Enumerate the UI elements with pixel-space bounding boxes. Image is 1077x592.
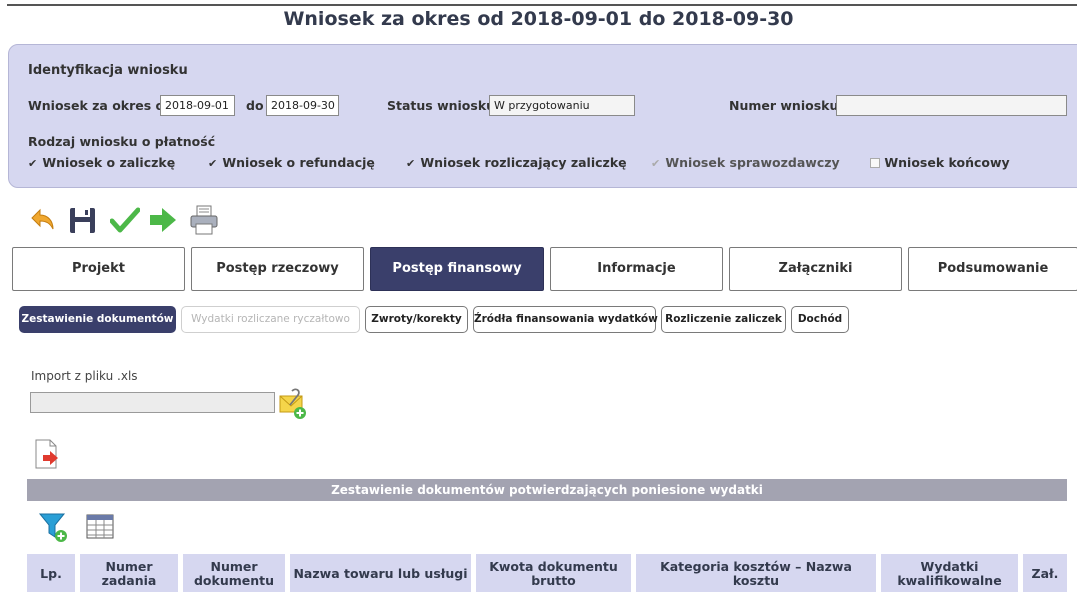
- number-field[interactable]: [836, 95, 1067, 116]
- tab-projekt[interactable]: Projekt: [12, 247, 185, 291]
- import-file-input[interactable]: [30, 392, 275, 413]
- forward-arrow-icon[interactable]: [148, 204, 178, 236]
- import-label: Import z pliku .xls: [31, 369, 138, 383]
- checkbox-report: ✔ Wniosek sprawozdawczy: [651, 155, 840, 170]
- column-header-goods-name[interactable]: Nazwa towaru lub usługi: [290, 554, 471, 592]
- number-label: Numer wniosku: [729, 98, 839, 113]
- export-document-icon[interactable]: [33, 438, 63, 470]
- attach-file-icon[interactable]: [279, 388, 309, 420]
- tab-postep-finansowy[interactable]: Postęp finansowy: [370, 247, 544, 291]
- checkbox-final[interactable]: Wniosek końcowy: [870, 155, 1010, 170]
- subtab-wydatki-ryczaltowo: Wydatki rozliczane ryczałtowo: [181, 306, 360, 333]
- column-header-document-number[interactable]: Numer dokumentu: [183, 554, 285, 592]
- page-title: Wniosek za okres od 2018-09-01 do 2018-0…: [283, 8, 794, 30]
- column-header-cost-category[interactable]: Kategoria kosztów – Nazwa kosztu: [636, 554, 876, 592]
- checkbox-advance[interactable]: ✔ Wniosek o zaliczkę: [28, 155, 175, 170]
- tab-informacje[interactable]: Informacje: [550, 247, 723, 291]
- column-header-attachments[interactable]: Zał.: [1023, 554, 1067, 592]
- save-icon[interactable]: [68, 204, 98, 236]
- identification-heading: Identyfikacja wniosku: [28, 63, 188, 78]
- tab-zalaczniki[interactable]: Załączniki: [729, 247, 902, 291]
- filter-add-icon[interactable]: [38, 511, 70, 543]
- subtab-zestawienie-dokumentow[interactable]: Zestawienie dokumentów: [19, 306, 176, 333]
- tab-postep-rzeczowy[interactable]: Postęp rzeczowy: [191, 247, 364, 291]
- status-field: W przygotowaniu: [489, 95, 635, 116]
- identification-panel: Identyfikacja wniosku Wniosek za okres o…: [8, 44, 1077, 188]
- subtab-dochod[interactable]: Dochód: [791, 306, 849, 333]
- subtab-zwroty-korekty[interactable]: Zwroty/korekty: [365, 306, 468, 333]
- period-from-field[interactable]: 2018-09-01: [160, 95, 235, 116]
- period-from-label: Wniosek za okres od: [28, 98, 174, 113]
- documents-table-header: Lp. Numer zadania Numer dokumentu Nazwa …: [27, 554, 1067, 592]
- column-header-task-number[interactable]: Numer zadania: [80, 554, 178, 592]
- status-label: Status wniosku: [387, 98, 496, 113]
- section-title: Zestawienie dokumentów potwierdzających …: [27, 479, 1067, 501]
- check-icon[interactable]: [109, 204, 141, 236]
- column-header-gross-amount[interactable]: Kwota dokumentu brutto: [476, 554, 631, 592]
- column-header-eligible-expenses[interactable]: Wydatki kwalifikowalne: [881, 554, 1018, 592]
- column-header-lp[interactable]: Lp.: [27, 554, 75, 592]
- tab-podsumowanie[interactable]: Podsumowanie: [908, 247, 1077, 291]
- checkbox-settling-advance[interactable]: ✔ Wniosek rozliczający zaliczkę: [406, 155, 627, 170]
- back-arrow-icon[interactable]: [30, 204, 60, 236]
- type-label: Rodzaj wniosku o płatność: [28, 134, 216, 149]
- period-to-label: do: [246, 98, 264, 113]
- checkbox-refund[interactable]: ✔ Wniosek o refundację: [208, 155, 375, 170]
- period-to-field[interactable]: 2018-09-30: [266, 95, 339, 116]
- top-divider: [7, 4, 1077, 6]
- table-columns-icon[interactable]: [86, 514, 114, 540]
- subtab-zrodla-finansowania[interactable]: Źródła finansowania wydatków: [473, 306, 658, 333]
- print-icon[interactable]: [189, 204, 219, 236]
- subtab-rozliczenie-zaliczek[interactable]: Rozliczenie zaliczek: [661, 306, 786, 333]
- main-tabs: Projekt Postęp rzeczowy Postęp finansowy…: [12, 247, 1077, 293]
